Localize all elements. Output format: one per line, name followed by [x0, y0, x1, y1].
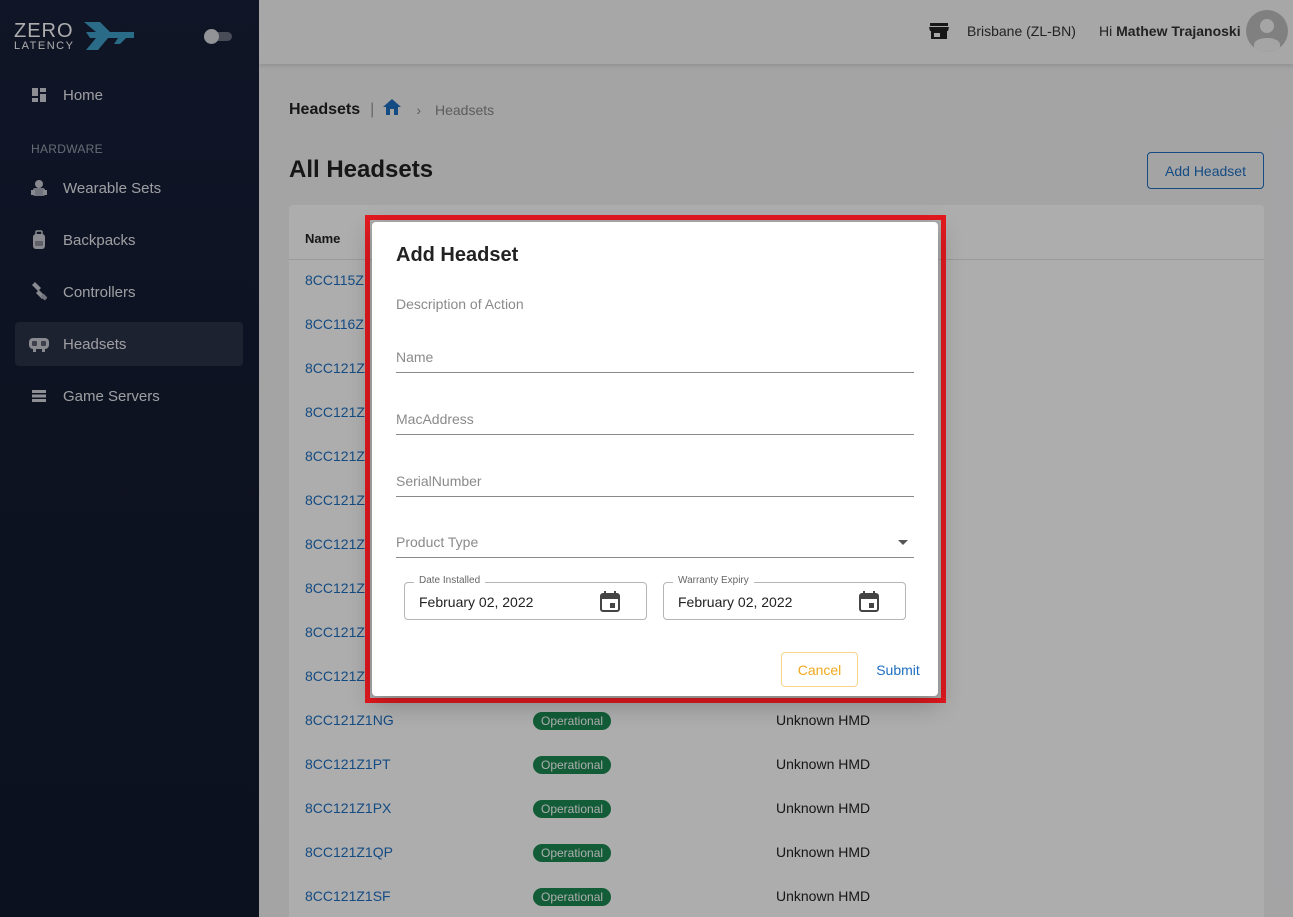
date-installed-label: Date Installed — [414, 575, 486, 586]
name-input[interactable] — [396, 341, 914, 372]
date-installed-value[interactable]: February 02, 2022 — [419, 594, 533, 610]
dropdown-arrow-icon — [898, 540, 908, 545]
warranty-expiry-label: Warranty Expiry — [673, 575, 754, 586]
serial-number-input[interactable] — [396, 465, 914, 496]
mac-address-input[interactable] — [396, 403, 914, 434]
cancel-button[interactable]: Cancel — [781, 652, 858, 687]
mac-address-field — [396, 403, 914, 435]
date-installed-picker[interactable]: Date Installed February 02, 2022 — [404, 575, 647, 620]
warranty-expiry-value[interactable]: February 02, 2022 — [678, 594, 792, 610]
calendar-icon[interactable] — [600, 591, 620, 617]
product-type-label: Product Type — [396, 534, 479, 550]
add-headset-dialog: Add Headset Description of Action Produc… — [372, 222, 938, 696]
warranty-expiry-picker[interactable]: Warranty Expiry February 02, 2022 — [663, 575, 906, 620]
dialog-description: Description of Action — [396, 296, 524, 312]
calendar-icon[interactable] — [859, 591, 879, 617]
serial-number-field — [396, 465, 914, 497]
dialog-title: Add Headset — [396, 244, 519, 266]
product-type-select[interactable]: Product Type — [396, 526, 914, 558]
submit-button[interactable]: Submit — [868, 652, 928, 687]
name-field — [396, 341, 914, 373]
